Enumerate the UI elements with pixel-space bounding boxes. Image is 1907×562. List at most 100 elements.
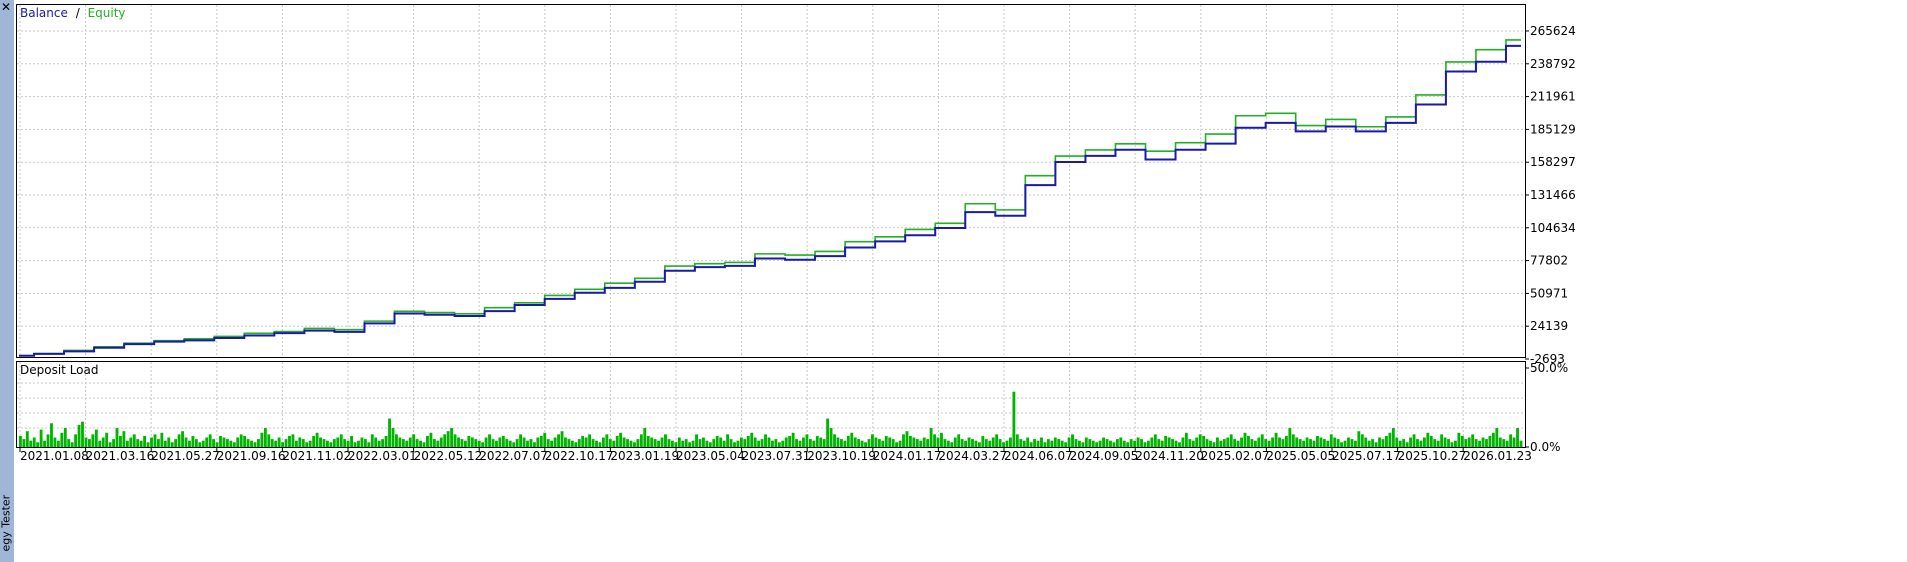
deposit-bar <box>405 440 409 447</box>
deposit-bar <box>491 439 495 447</box>
deposit-bar <box>1519 440 1523 447</box>
deposit-bar <box>105 432 109 447</box>
deposit-bar <box>22 439 26 447</box>
deposit-bar <box>639 434 643 447</box>
deposit-bar <box>429 432 433 447</box>
deposit-bar <box>912 437 916 447</box>
deposit-bar <box>1171 439 1174 447</box>
deposit-bar <box>1429 435 1433 447</box>
deposit-bar <box>70 442 74 447</box>
deposit-bar <box>919 440 923 447</box>
deposit-bar <box>281 442 285 447</box>
deposit-bar <box>150 437 153 447</box>
deposit-bar <box>1291 434 1295 447</box>
deposit-bar <box>129 437 133 447</box>
deposit-bar <box>212 439 216 447</box>
deposit-bar <box>1081 442 1085 447</box>
deposit-bar <box>98 440 102 447</box>
x-tick-label: 2022.10.17 <box>545 449 614 463</box>
deposit-bar <box>1091 440 1095 447</box>
deposit-bar <box>1378 437 1381 447</box>
deposit-bar <box>836 437 840 447</box>
deposit-bar <box>1212 442 1216 447</box>
deposit-bar <box>288 435 291 447</box>
deposit-bar <box>712 439 716 447</box>
deposit-bar <box>1153 434 1157 447</box>
deposit-bar <box>353 442 357 447</box>
deposit-bar <box>108 442 112 447</box>
deposit-bar <box>884 435 888 447</box>
deposit-bar <box>960 439 964 447</box>
deposit-bar <box>367 442 371 447</box>
deposit-bar <box>1478 440 1482 447</box>
deposit-bar <box>167 437 171 447</box>
x-tick-label: 2023.01.19 <box>610 449 679 463</box>
deposit-bar <box>750 432 754 447</box>
deposit-bar <box>274 440 278 447</box>
deposit-bar <box>39 429 43 447</box>
deposit-bar <box>1267 440 1271 447</box>
deposit-bar <box>636 439 640 447</box>
deposit-bar <box>608 439 612 447</box>
y-tick-label: 185129 <box>1530 122 1576 136</box>
deposit-bar <box>122 431 126 447</box>
deposit-bar <box>1136 437 1140 447</box>
deposit-bar <box>898 440 902 447</box>
deposit-bar <box>315 432 319 447</box>
deposit-bar <box>291 434 295 447</box>
deposit-bar <box>460 439 464 447</box>
deposit-bar <box>950 442 954 447</box>
deposit-bar <box>532 442 536 447</box>
deposit-bar <box>1271 437 1275 447</box>
deposit-bar <box>929 428 933 447</box>
deposit-bar <box>198 442 202 447</box>
deposit-bar <box>722 440 726 447</box>
deposit-bar <box>1205 439 1209 447</box>
deposit-bar <box>257 439 260 447</box>
deposit-bar <box>991 437 995 447</box>
deposit-bar <box>432 439 436 447</box>
legend-equity: Equity <box>88 6 126 20</box>
deposit-bar <box>250 440 253 447</box>
deposit-bar <box>1281 439 1285 447</box>
deposit-bar <box>412 434 416 447</box>
x-tick-label: 2023.10.19 <box>807 449 876 463</box>
deposit-bar <box>84 437 88 447</box>
deposit-bar <box>650 437 654 447</box>
x-tick-label: 2021.11.02 <box>282 449 351 463</box>
y-tick-label: 50971 <box>1530 286 1568 300</box>
deposit-bar <box>564 437 567 447</box>
deposit-bar <box>1416 439 1419 447</box>
deposit-bar <box>125 440 129 447</box>
deposit-bar <box>1419 440 1423 447</box>
deposit-bar <box>646 435 650 447</box>
deposit-bar <box>574 442 578 447</box>
deposit-bar <box>360 437 364 447</box>
deposit-bar <box>243 435 247 447</box>
deposit-bar <box>170 442 174 447</box>
deposit-bar <box>1226 437 1230 447</box>
deposit-bar <box>1471 434 1475 447</box>
deposit-bar <box>1278 437 1281 447</box>
deposit-bar <box>1088 439 1092 447</box>
deposit-bar <box>408 437 412 447</box>
deposit-bar <box>1029 442 1033 447</box>
deposit-bar <box>253 442 257 447</box>
deposit-bar <box>915 439 919 447</box>
deposit-bar <box>667 439 671 447</box>
deposit-bar <box>1409 437 1413 447</box>
deposit-bar <box>1181 437 1185 447</box>
deposit-bar <box>1305 437 1309 447</box>
deposit-bar <box>332 439 336 447</box>
deposit-bar <box>1040 437 1043 447</box>
deposit-y-tick-label: 50.0% <box>1530 361 1568 375</box>
deposit-bar <box>1367 440 1371 447</box>
deposit-bar <box>60 432 64 447</box>
deposit-bar <box>784 437 788 447</box>
deposit-bar <box>184 437 188 447</box>
deposit-bar <box>463 440 467 447</box>
deposit-bar <box>53 437 57 447</box>
deposit-bar <box>964 440 968 447</box>
deposit-bar <box>598 442 602 447</box>
deposit-bar <box>567 439 571 447</box>
